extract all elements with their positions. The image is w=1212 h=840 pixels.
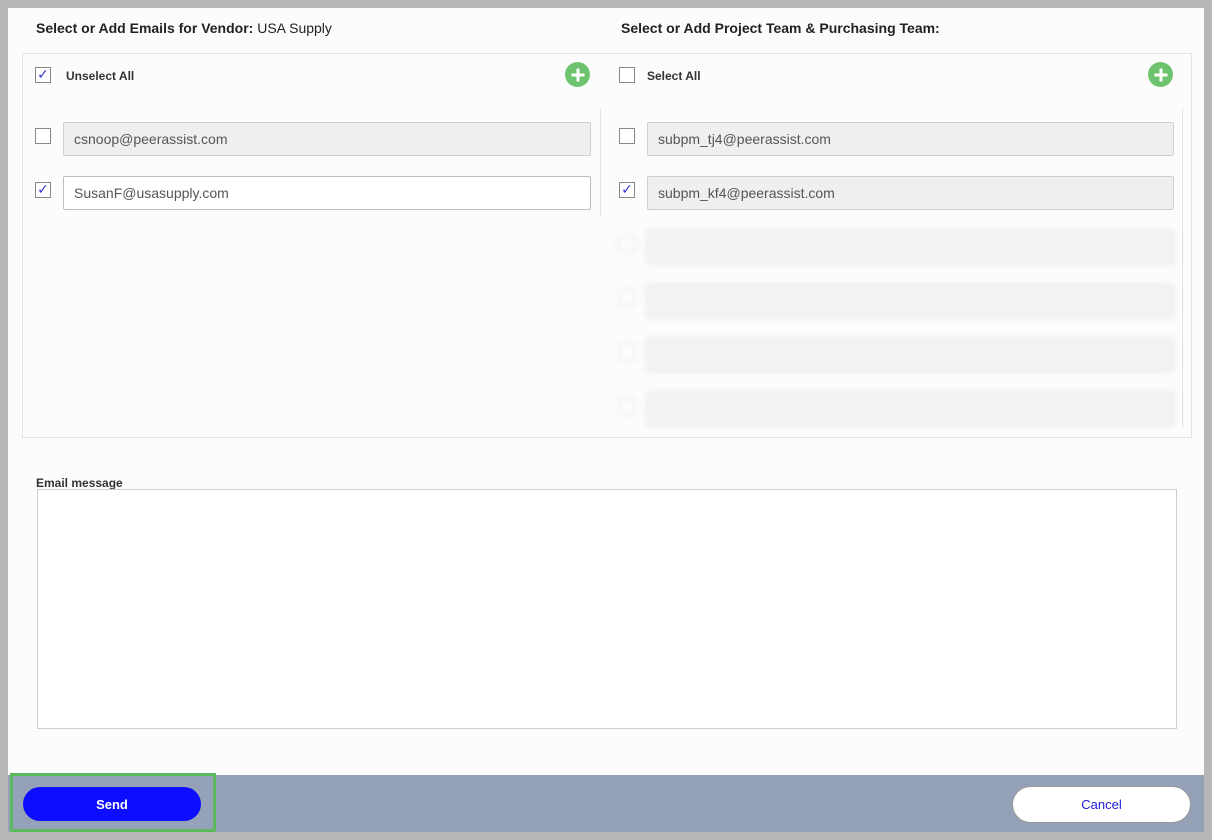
dialog-footer: Send Cancel (8, 773, 1204, 832)
team-email-checkbox-blurred[interactable] (619, 344, 635, 360)
vendor-email-field-1[interactable]: csnoop@peerassist.com (63, 122, 591, 156)
vendor-section-title: Select or Add Emails for Vendor: USA Sup… (36, 20, 332, 36)
vendor-email-field-2[interactable]: SusanF@usasupply.com (63, 176, 591, 210)
team-select-all-checkbox[interactable] (619, 67, 635, 83)
team-panel-scroll-edge (1182, 108, 1183, 428)
team-email-field-blurred[interactable] (647, 230, 1174, 264)
team-email-checkbox-blurred[interactable] (619, 236, 635, 252)
vendor-name: USA Supply (257, 20, 332, 36)
vendor-email-checkbox-2[interactable]: ✓ (35, 182, 51, 198)
team-email-field-blurred[interactable] (647, 284, 1174, 318)
email-message-label: Email message (36, 476, 123, 490)
vendor-select-all-checkbox[interactable]: ✓ (35, 67, 51, 83)
team-email-field-blurred[interactable] (647, 392, 1174, 426)
team-email-panel: Select All subpm_tj4@peerassist.com ✓ su… (601, 54, 1191, 437)
team-email-checkbox-2[interactable]: ✓ (619, 182, 635, 198)
vendor-title-prefix: Select or Add Emails for Vendor: (36, 20, 254, 36)
team-add-email-button[interactable] (1148, 62, 1173, 87)
team-email-checkbox-1[interactable] (619, 128, 635, 144)
email-message-textarea[interactable] (37, 489, 1177, 729)
send-button[interactable]: Send (23, 787, 201, 821)
vendor-email-checkbox-1[interactable] (35, 128, 51, 144)
team-section-title: Select or Add Project Team & Purchasing … (621, 20, 940, 36)
vendor-email-panel: ✓ Unselect All csnoop@peerassist.com ✓ S… (23, 54, 601, 437)
vendor-add-email-button[interactable] (565, 62, 590, 87)
team-email-checkbox-blurred[interactable] (619, 398, 635, 414)
recipient-panels: ✓ Unselect All csnoop@peerassist.com ✓ S… (22, 53, 1192, 438)
team-email-field-1[interactable]: subpm_tj4@peerassist.com (647, 122, 1174, 156)
vendor-select-all-label: Unselect All (66, 69, 135, 83)
team-email-field-blurred[interactable] (647, 338, 1174, 372)
team-email-field-2[interactable]: subpm_kf4@peerassist.com (647, 176, 1174, 210)
team-select-all-label: Select All (647, 69, 701, 83)
email-dialog: Select or Add Emails for Vendor: USA Sup… (8, 8, 1204, 832)
team-email-checkbox-blurred[interactable] (619, 290, 635, 306)
cancel-button[interactable]: Cancel (1012, 786, 1191, 823)
